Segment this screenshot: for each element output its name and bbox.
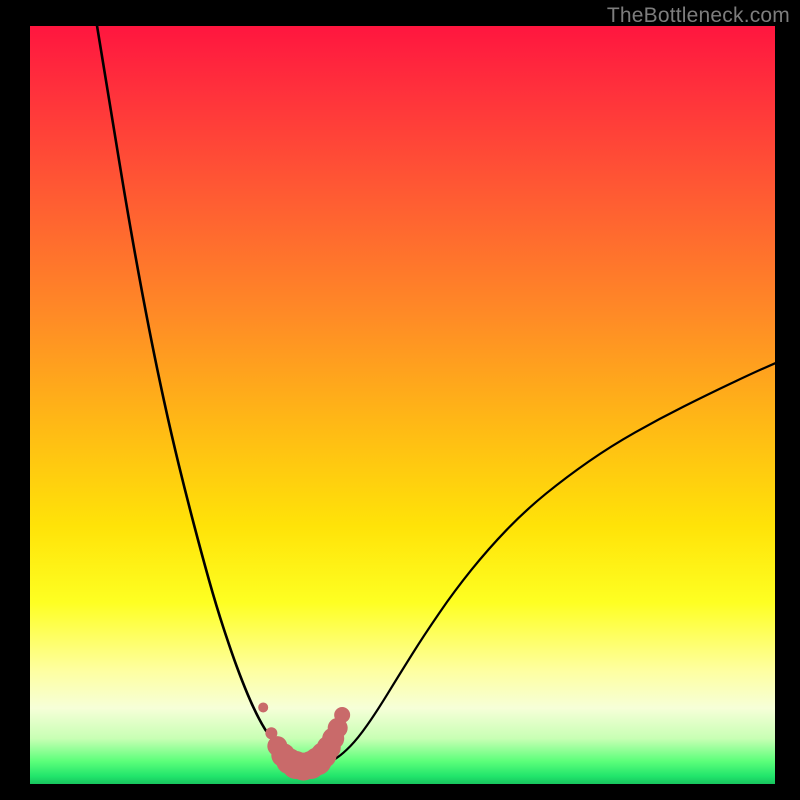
plot-area (30, 26, 775, 784)
chart-svg (30, 26, 775, 784)
left-curve (97, 26, 294, 761)
valley-markers (258, 702, 350, 780)
chart-frame: TheBottleneck.com (0, 0, 800, 800)
right-curve (332, 363, 775, 761)
watermark-text: TheBottleneck.com (607, 4, 790, 28)
